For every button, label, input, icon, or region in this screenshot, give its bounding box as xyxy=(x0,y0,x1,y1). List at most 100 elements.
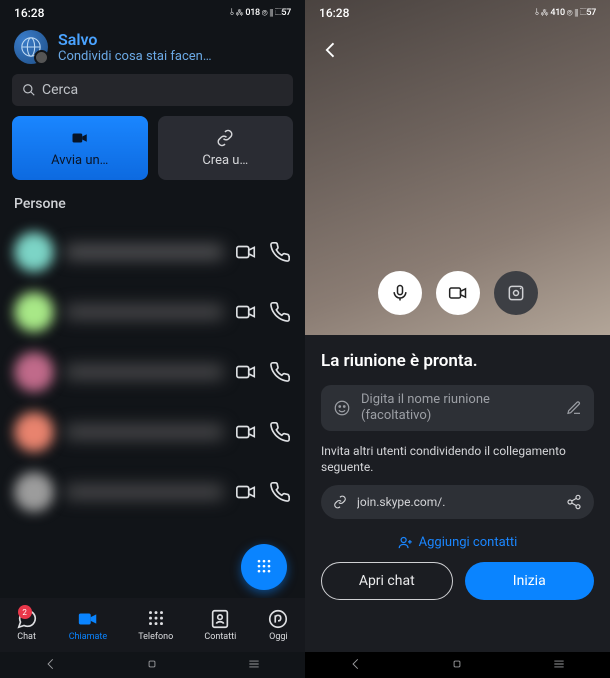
android-nav-bar xyxy=(305,652,610,678)
android-back[interactable] xyxy=(44,656,58,675)
search-icon xyxy=(22,83,36,97)
dialpad-fab[interactable] xyxy=(241,544,287,590)
section-people: Persone xyxy=(0,180,305,222)
avatar[interactable] xyxy=(14,30,48,64)
today-icon xyxy=(267,608,289,630)
video-call-icon[interactable] xyxy=(235,241,257,263)
android-recent[interactable] xyxy=(247,656,261,675)
sheet-button-row: Apri chat Inizia xyxy=(321,562,594,600)
create-link-button[interactable]: Crea u… xyxy=(158,116,294,180)
video-icon xyxy=(69,129,91,147)
video-icon xyxy=(448,283,468,303)
dialpad-icon xyxy=(145,608,167,630)
video-call-icon[interactable] xyxy=(235,361,257,383)
nav-today-label: Oggi xyxy=(269,632,288,642)
contact-row[interactable] xyxy=(0,282,305,342)
contact-name xyxy=(66,245,223,259)
status-bar: 16:28 ⫰ ⁂ 018 ⦾ ⫴ ⬚57 xyxy=(0,0,305,26)
search-input[interactable]: Cerca xyxy=(12,74,293,106)
contact-row[interactable] xyxy=(0,462,305,522)
effects-toggle[interactable] xyxy=(494,271,538,315)
invite-text: Invita altri utenti condividendo il coll… xyxy=(321,443,594,475)
android-home[interactable] xyxy=(450,656,464,675)
nav-today[interactable]: Oggi xyxy=(267,608,289,642)
search-placeholder: Cerca xyxy=(42,82,78,98)
video-call-icon[interactable] xyxy=(235,421,257,443)
android-back[interactable] xyxy=(349,656,363,675)
nav-phone[interactable]: Telefono xyxy=(138,608,173,642)
nav-contacts[interactable]: Contatti xyxy=(204,608,236,642)
video-call-icon[interactable] xyxy=(235,481,257,503)
status-indicators: ⫰ ⁂ 410 ⦾ ⫴ ⬚57 xyxy=(535,8,596,18)
android-nav-bar xyxy=(0,652,305,678)
contact-name xyxy=(66,425,223,439)
meeting-ready-screen: 16:28 ⫰ ⁂ 410 ⦾ ⫴ ⬚57 La riunione è pron… xyxy=(305,0,610,678)
contact-avatar xyxy=(14,232,54,272)
contact-name xyxy=(66,485,223,499)
smiley-icon xyxy=(333,399,351,417)
meeting-name-input[interactable]: Digita il nome riunione(facoltativo) xyxy=(321,385,594,431)
action-button-row: Avvia un… Crea u… xyxy=(0,116,305,180)
contact-avatar xyxy=(14,292,54,332)
audio-call-icon[interactable] xyxy=(269,241,291,263)
create-link-label: Crea u… xyxy=(202,153,248,168)
effects-icon xyxy=(506,283,526,303)
start-call-button[interactable]: Avvia un… xyxy=(12,116,148,180)
contact-row[interactable] xyxy=(0,342,305,402)
open-chat-button[interactable]: Apri chat xyxy=(321,562,453,600)
audio-call-icon[interactable] xyxy=(269,301,291,323)
contact-name xyxy=(66,305,223,319)
contacts-icon xyxy=(209,608,231,630)
contact-name xyxy=(66,365,223,379)
meeting-link-box: join.skype.com/. xyxy=(321,485,594,519)
profile-status[interactable]: Condividi cosa stai facen… xyxy=(58,49,212,64)
meeting-link[interactable]: join.skype.com/. xyxy=(357,495,556,509)
bottom-nav: 2 Chat Chiamate Telefono Contatti Oggi xyxy=(0,598,305,652)
contact-row[interactable] xyxy=(0,222,305,282)
chevron-left-icon xyxy=(321,40,341,60)
sheet-title: La riunione è pronta. xyxy=(321,351,594,371)
camera-preview xyxy=(305,0,610,335)
android-home[interactable] xyxy=(145,656,159,675)
contact-row[interactable] xyxy=(0,402,305,462)
meeting-sheet: La riunione è pronta. Digita il nome riu… xyxy=(305,335,610,652)
nav-chat-label: Chat xyxy=(17,632,36,642)
header: Salvo Condividi cosa stai facen… xyxy=(0,26,305,70)
contact-avatar xyxy=(14,472,54,512)
start-meeting-button[interactable]: Inizia xyxy=(465,562,595,600)
link-icon xyxy=(214,129,236,147)
camera-controls xyxy=(378,271,538,315)
link-icon xyxy=(333,495,347,509)
mic-toggle[interactable] xyxy=(378,271,422,315)
video-call-icon[interactable] xyxy=(235,301,257,323)
nav-calls[interactable]: Chiamate xyxy=(69,608,107,642)
share-icon[interactable] xyxy=(566,494,582,510)
status-indicators: ⫰ ⁂ 018 ⦾ ⫴ ⬚57 xyxy=(230,8,291,18)
meeting-name-placeholder: Digita il nome riunione(facoltativo) xyxy=(361,392,556,423)
back-button[interactable] xyxy=(321,40,341,64)
audio-call-icon[interactable] xyxy=(269,421,291,443)
contact-avatar xyxy=(14,412,54,452)
profile-name[interactable]: Salvo xyxy=(58,30,212,49)
audio-call-icon[interactable] xyxy=(269,361,291,383)
calls-screen: 16:28 ⫰ ⁂ 018 ⦾ ⫴ ⬚57 Salvo Condividi co… xyxy=(0,0,305,678)
nav-phone-label: Telefono xyxy=(138,632,173,642)
edit-icon[interactable] xyxy=(566,400,582,416)
android-recent[interactable] xyxy=(552,656,566,675)
add-contacts-label: Aggiungi contatti xyxy=(419,535,518,550)
mic-icon xyxy=(390,283,410,303)
add-contacts-button[interactable]: Aggiungi contatti xyxy=(321,535,594,550)
video-icon xyxy=(77,608,99,630)
add-user-icon xyxy=(398,535,413,550)
chat-badge: 2 xyxy=(18,605,32,619)
contact-avatar xyxy=(14,352,54,392)
nav-calls-label: Chiamate xyxy=(69,632,107,642)
nav-contacts-label: Contatti xyxy=(204,632,236,642)
audio-call-icon[interactable] xyxy=(269,481,291,503)
nav-chat[interactable]: 2 Chat xyxy=(16,608,38,642)
start-call-label: Avvia un… xyxy=(51,153,108,168)
status-time: 16:28 xyxy=(319,6,349,20)
status-bar: 16:28 ⫰ ⁂ 410 ⦾ ⫴ ⬚57 xyxy=(305,0,610,26)
status-time: 16:28 xyxy=(14,6,44,20)
camera-toggle[interactable] xyxy=(436,271,480,315)
